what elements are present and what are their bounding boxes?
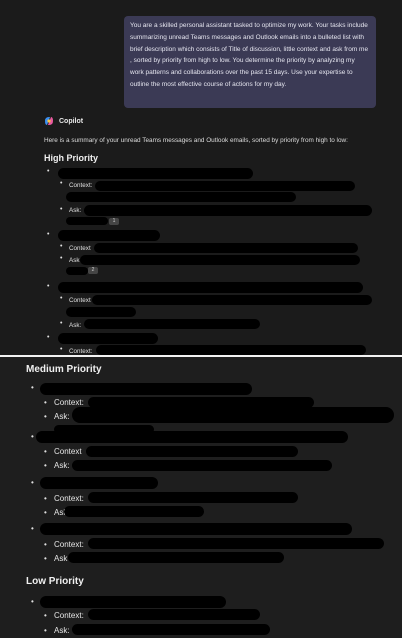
redacted-title <box>58 282 363 293</box>
redacted-text <box>84 319 260 329</box>
list-bullet: • <box>47 231 50 238</box>
list-bullet: • <box>44 540 47 549</box>
context-label-cut: Context <box>69 245 91 252</box>
list-bullet: • <box>60 206 63 213</box>
context-label: Context: <box>54 398 84 407</box>
ask-label: Ask: <box>69 322 82 329</box>
user-message-bubble: You are a skilled personal assistant tas… <box>124 16 376 108</box>
context-label: Context: <box>69 348 93 355</box>
list-bullet: • <box>60 180 63 187</box>
redacted-text <box>95 181 355 191</box>
redacted-text <box>88 492 298 503</box>
list-bullet: • <box>44 611 47 620</box>
list-bullet: • <box>47 168 50 175</box>
assistant-intro: Here is a summary of your unread Teams m… <box>44 137 348 144</box>
context-label: Context: <box>54 494 84 503</box>
redacted-text <box>84 205 372 216</box>
heading-low-priority: Low Priority <box>26 576 84 587</box>
redacted-text <box>96 345 366 355</box>
heading-medium-priority: Medium Priority <box>26 364 102 375</box>
list-bullet: • <box>44 494 47 503</box>
ask-label: Ask: <box>69 207 82 214</box>
ask-label: Ask: <box>54 626 70 635</box>
redacted-title <box>58 168 253 179</box>
redacted-title <box>40 477 158 489</box>
chat-panel-top: You are a skilled personal assistant tas… <box>0 0 402 356</box>
context-label: Context: <box>54 540 84 549</box>
ask-label: Ask: <box>54 461 70 470</box>
redacted-title <box>40 383 252 395</box>
redacted-title <box>40 523 352 535</box>
redacted-title <box>58 333 158 344</box>
list-bullet: • <box>44 398 47 407</box>
redacted-text <box>66 307 136 317</box>
ask-label-cut: Ask <box>54 554 68 563</box>
redacted-text <box>86 446 298 457</box>
redacted-text <box>94 243 358 253</box>
list-bullet: • <box>44 626 47 635</box>
redacted-title <box>36 431 348 443</box>
list-bullet: • <box>31 432 34 441</box>
list-bullet: • <box>31 383 34 392</box>
list-bullet: • <box>31 597 34 606</box>
list-bullet: • <box>44 461 47 470</box>
list-bullet: • <box>47 283 50 290</box>
context-label: Context: <box>54 611 84 620</box>
list-bullet: • <box>44 508 47 517</box>
list-bullet: • <box>44 554 47 563</box>
redacted-text <box>92 295 372 305</box>
context-label-cut: Context <box>54 447 82 456</box>
redacted-text <box>72 624 270 635</box>
ask-label-cut: Ask <box>69 257 80 264</box>
list-bullet: • <box>44 412 47 421</box>
copilot-logo-icon <box>45 117 53 125</box>
list-bullet: • <box>60 255 63 262</box>
chat-panel-bottom: Medium Priority • • Context: • Ask: • • … <box>0 357 402 638</box>
redacted-text <box>80 255 360 265</box>
context-label-cut: Context <box>69 297 91 304</box>
redacted-text <box>66 217 108 225</box>
citation-badge[interactable]: 1 <box>109 218 119 225</box>
redacted-title <box>58 230 160 241</box>
redacted-text <box>64 506 204 517</box>
list-bullet: • <box>31 478 34 487</box>
list-bullet: • <box>31 524 34 533</box>
citation-badge[interactable]: 2 <box>88 267 98 274</box>
redacted-text <box>66 267 88 275</box>
redacted-title <box>40 596 226 608</box>
assistant-header: Copilot <box>44 116 83 126</box>
list-bullet: • <box>60 320 63 327</box>
assistant-name: Copilot <box>59 117 84 125</box>
context-label: Context: <box>69 182 93 189</box>
list-bullet: • <box>44 447 47 456</box>
redacted-text <box>88 609 260 620</box>
redacted-text <box>66 192 296 202</box>
list-bullet: • <box>60 295 63 302</box>
redacted-text <box>88 538 384 549</box>
heading-high-priority: High Priority <box>44 153 99 163</box>
user-message-text: You are a skilled personal assistant tas… <box>130 22 369 88</box>
list-bullet: • <box>60 243 63 250</box>
list-bullet: • <box>47 334 50 341</box>
ask-label: Ask: <box>54 412 70 421</box>
redacted-text <box>72 407 394 423</box>
list-bullet: • <box>60 346 63 353</box>
redacted-text <box>72 460 332 471</box>
redacted-text <box>68 552 284 563</box>
